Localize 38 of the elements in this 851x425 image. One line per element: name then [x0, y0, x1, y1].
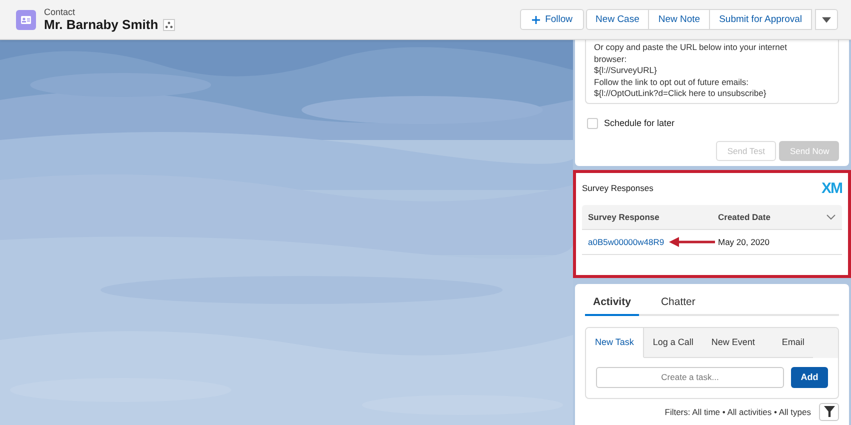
action-button[interactable]: New Case — [586, 9, 650, 30]
checkbox[interactable] — [587, 118, 598, 128]
message-line: ${l://OptOutLink?d=Click here to unsubscribe} — [594, 88, 768, 100]
checkbox-label: Schedule for later — [604, 118, 675, 128]
xm-logo: XM — [822, 180, 842, 196]
task-input-field[interactable]: Create a task... — [596, 366, 784, 388]
more-actions-button[interactable] — [815, 9, 838, 30]
filters-text: Filters: All time • All activities • All types — [664, 406, 811, 416]
card-title: Survey Responses — [582, 183, 654, 193]
message-line: ${l://SurveyURL} — [594, 65, 658, 76]
message-line: Follow the link to opt out of future emails: — [594, 76, 750, 88]
plus-icon — [531, 14, 542, 24]
column-header: Created Date — [718, 212, 772, 222]
object-type-label: Contact — [44, 7, 76, 17]
message-line: Or copy and paste the URL below into your internet — [594, 42, 788, 54]
action-button[interactable]: Submit for Approval — [709, 9, 812, 30]
arrow-icon — [669, 236, 716, 248]
column-header: Survey Response — [588, 212, 660, 222]
action-button[interactable]: New Note — [648, 9, 710, 30]
add-button[interactable]: Add — [791, 366, 828, 388]
subtab[interactable]: Log a Call — [644, 328, 702, 358]
contact-card-icon — [16, 10, 36, 30]
subtab[interactable]: Email — [764, 328, 814, 358]
filter-icon — [824, 406, 834, 417]
hierarchy-button[interactable] — [163, 18, 176, 30]
tab[interactable]: Chatter — [652, 292, 704, 314]
caret-down-icon — [822, 16, 831, 22]
hierarchy-icon — [165, 20, 174, 28]
filter-button[interactable] — [819, 402, 839, 420]
follow-button[interactable]: Follow — [520, 9, 584, 30]
response-link[interactable]: a0B5w00000w48R9 — [588, 236, 664, 246]
subtab[interactable]: New Task — [586, 328, 644, 358]
record-name: Mr. Barnaby Smith — [44, 17, 158, 32]
chevron-down-icon[interactable] — [826, 214, 836, 220]
table-cell-text: May 20, 2020 — [718, 236, 771, 246]
message-line: browser: — [594, 54, 628, 65]
subtab[interactable]: New Event — [702, 328, 764, 358]
tab[interactable]: Activity — [585, 292, 639, 316]
